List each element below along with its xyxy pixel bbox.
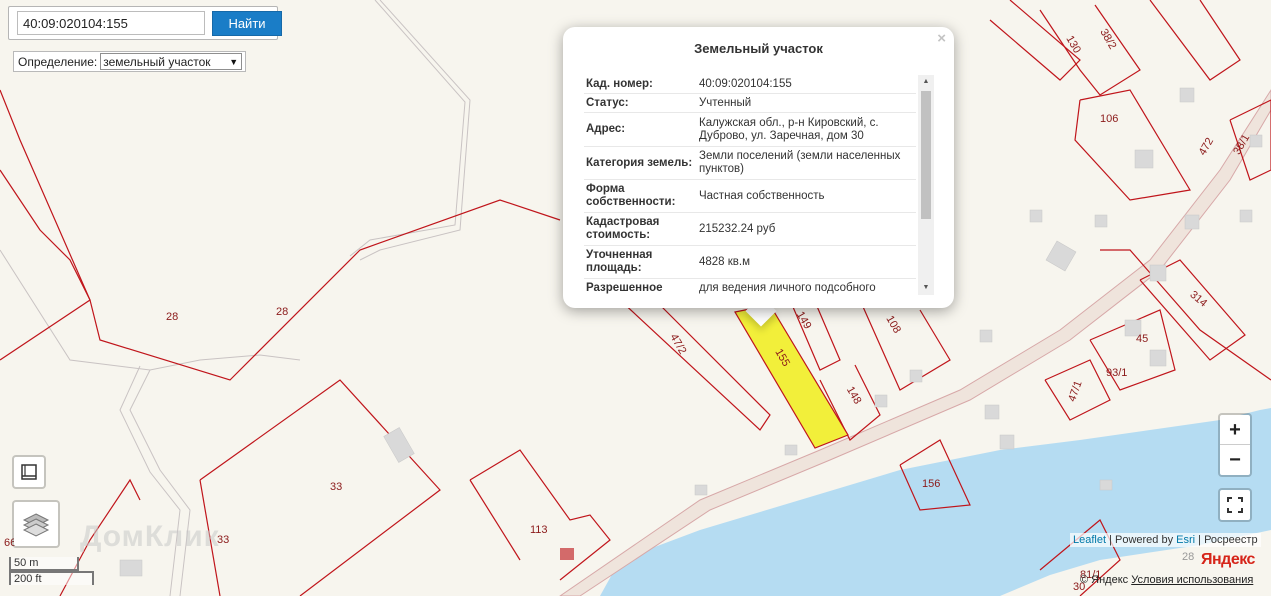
popup-scrollbar[interactable]: ▲ ▼ bbox=[918, 75, 934, 295]
table-row: Кадастровая стоимость: 215232.24 руб bbox=[584, 213, 916, 246]
scroll-down-arrow-icon[interactable]: ▼ bbox=[918, 281, 934, 295]
search-panel: Найти bbox=[8, 6, 282, 40]
parcel-label: 28 bbox=[276, 306, 288, 318]
row-key: Кадастровая стоимость: bbox=[586, 216, 660, 241]
scale-bar: 50 m 200 ft bbox=[9, 557, 94, 585]
row-value: Учтенный bbox=[699, 96, 752, 109]
yandex-logo: Яндекс bbox=[1201, 551, 1255, 568]
parcel-label: 28 bbox=[166, 311, 178, 323]
table-row: Категория земель: Земли поселений (земли… bbox=[584, 147, 916, 180]
scroll-up-arrow-icon[interactable]: ▲ bbox=[918, 75, 934, 89]
row-key: Разрешенное bbox=[586, 282, 663, 294]
definition-selected-value: земельный участок bbox=[103, 54, 211, 69]
fullscreen-button[interactable] bbox=[1218, 488, 1252, 522]
scale-metric: 50 m bbox=[9, 557, 79, 571]
parcel-label: 93/1 bbox=[1106, 367, 1127, 379]
cadastral-number-input[interactable] bbox=[17, 11, 205, 35]
domclick-watermark: ДомКлик bbox=[80, 520, 220, 553]
parcel-label: 106 bbox=[1100, 113, 1118, 125]
row-key: Форма собственности: bbox=[586, 183, 676, 208]
layers-icon bbox=[22, 513, 50, 537]
parcel-info-popup: Земельный участок × Кад. номер: 40:09:02… bbox=[563, 27, 954, 308]
definition-select[interactable]: земельный участок ▼ bbox=[100, 53, 243, 70]
measure-button[interactable] bbox=[12, 455, 46, 489]
row-value: Калужская обл., р-н Кировский, с. Дубров… bbox=[699, 116, 879, 142]
row-key: Статус: bbox=[586, 96, 629, 109]
attribution: Leaflet | Powered by Esri | Росреестр bbox=[1070, 533, 1261, 547]
attribution-text: | Росреестр bbox=[1195, 534, 1258, 546]
row-value: 40:09:020104:155 bbox=[699, 77, 792, 90]
scale-imperial: 200 ft bbox=[9, 571, 94, 585]
parcel-attributes-table: Кад. номер: 40:09:020104:155 Статус: Учт… bbox=[584, 75, 916, 295]
row-key: Адрес: bbox=[586, 123, 626, 135]
row-key: Категория земель: bbox=[586, 156, 693, 169]
table-row: Статус: Учтенный bbox=[584, 94, 916, 113]
yandex-copyright: © Яндекс bbox=[1080, 574, 1132, 586]
row-key: Кад. номер: bbox=[586, 77, 653, 90]
definition-panel: Определение: земельный участок ▼ bbox=[13, 51, 246, 72]
row-value: Земли поселений (земли населенных пункто… bbox=[699, 150, 901, 175]
parcel-label: 113 bbox=[530, 524, 548, 536]
chevron-down-icon: ▼ bbox=[229, 56, 239, 67]
table-row: Уточненная площадь: 4828 кв.м bbox=[584, 246, 916, 279]
zoom-out-button[interactable]: − bbox=[1220, 445, 1250, 475]
table-row: Кад. номер: 40:09:020104:155 bbox=[584, 75, 916, 94]
row-value: для ведения личного подсобного bbox=[699, 282, 876, 294]
parcel-label: 45 bbox=[1136, 333, 1148, 345]
esri-link[interactable]: Esri bbox=[1176, 534, 1195, 546]
close-icon[interactable]: × bbox=[937, 30, 946, 47]
leaflet-link[interactable]: Leaflet bbox=[1073, 534, 1106, 546]
parcel-label: 28 bbox=[1182, 551, 1194, 563]
ruler-icon bbox=[21, 464, 37, 480]
search-button[interactable]: Найти bbox=[212, 11, 282, 36]
layers-button[interactable] bbox=[12, 500, 60, 548]
popup-title: Земельный участок bbox=[694, 41, 823, 56]
zoom-control: + − bbox=[1218, 413, 1252, 477]
row-value: 4828 кв.м bbox=[699, 255, 751, 268]
row-value: 215232.24 руб bbox=[699, 222, 776, 235]
row-key: Уточненная площадь: bbox=[586, 249, 653, 274]
terms-link[interactable]: Условия использования bbox=[1131, 574, 1253, 586]
row-value: Частная собственность bbox=[699, 189, 825, 202]
table-row: Разрешенное для ведения личного подсобно… bbox=[584, 279, 916, 295]
parcel-label: 33 bbox=[330, 481, 342, 493]
parcel-label: 156 bbox=[922, 478, 940, 490]
table-row: Форма собственности: Частная собственнос… bbox=[584, 180, 916, 213]
scrollbar-thumb[interactable] bbox=[921, 91, 931, 219]
fullscreen-icon bbox=[1227, 497, 1243, 513]
table-row: Адрес: Калужская обл., р-н Кировский, с.… bbox=[584, 113, 916, 147]
attribution-text: | Powered by bbox=[1106, 534, 1177, 546]
definition-label: Определение: bbox=[18, 54, 98, 69]
yandex-terms: © Яндекс Условия использования bbox=[1080, 574, 1253, 586]
zoom-in-button[interactable]: + bbox=[1220, 415, 1250, 445]
